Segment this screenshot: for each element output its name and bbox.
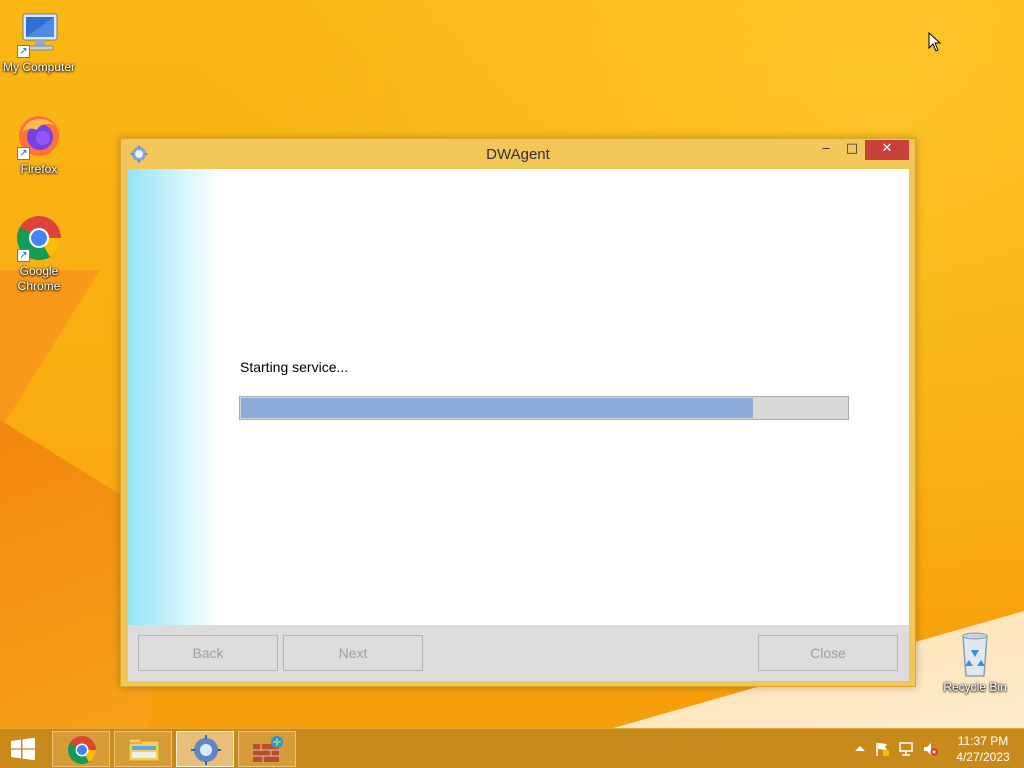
minimize-icon: ‒ xyxy=(821,141,831,156)
close-window-button[interactable]: ✕ xyxy=(865,140,909,160)
clock[interactable]: 11:37 PM 4/27/2023 xyxy=(948,733,1018,768)
taskbar-file-explorer[interactable] xyxy=(114,731,172,767)
dwagent-icon xyxy=(191,735,221,765)
firefox-icon: ↗ xyxy=(15,112,63,160)
progress-fill xyxy=(241,398,753,418)
minimize-button[interactable]: ‒ xyxy=(813,140,839,160)
mouse-cursor-icon xyxy=(928,32,942,52)
chrome-icon xyxy=(68,736,96,764)
desktop-icon-my-computer[interactable]: ↗ My Computer xyxy=(0,10,78,75)
maximize-icon: □ xyxy=(845,141,859,156)
desktop-icon-label: Firefox xyxy=(20,162,58,176)
sidebar-gradient xyxy=(128,169,218,625)
status-text: Starting service... xyxy=(240,359,349,375)
volume-muted-icon xyxy=(924,743,938,756)
taskbar-firewall[interactable] xyxy=(238,731,296,767)
firewall-icon xyxy=(253,736,283,762)
file-explorer-icon xyxy=(128,738,160,762)
chrome-icon: ↗ xyxy=(15,214,63,262)
desktop-icon-label: Google Chrome xyxy=(17,264,61,293)
taskbar-chrome[interactable] xyxy=(52,731,110,767)
computer-icon: ↗ xyxy=(15,10,63,58)
chevron-up-icon xyxy=(855,746,865,751)
flag-icon xyxy=(876,743,889,756)
recycle-bin-icon xyxy=(951,630,999,678)
close-button[interactable]: Close xyxy=(758,635,898,671)
desktop-icon-recycle-bin[interactable]: Recycle Bin xyxy=(936,630,1014,695)
title-bar[interactable]: DWAgent ‒ □ ✕ xyxy=(121,139,915,169)
start-icon xyxy=(11,737,35,761)
desktop-icon-label: My Computer xyxy=(2,60,76,74)
button-bar: Back Next Close xyxy=(128,625,909,681)
desktop-icon-google-chrome[interactable]: ↗ Google Chrome xyxy=(0,214,78,294)
network-button[interactable] xyxy=(898,741,914,757)
desktop-icon-firefox[interactable]: ↗ Firefox xyxy=(0,112,78,177)
action-center-button[interactable] xyxy=(874,741,890,757)
progress-bar xyxy=(239,396,849,420)
clock-date: 4/27/2023 xyxy=(956,750,1010,764)
show-hidden-icons-button[interactable] xyxy=(852,741,868,757)
desktop-icon-label: Recycle Bin xyxy=(943,680,1007,694)
dwagent-window: DWAgent ‒ □ ✕ Starting service... Back N… xyxy=(120,138,916,687)
close-icon: ✕ xyxy=(881,141,893,156)
clock-time: 11:37 PM xyxy=(957,734,1009,748)
next-button[interactable]: Next xyxy=(283,635,423,671)
window-content: Starting service... Back Next Close xyxy=(128,169,909,681)
taskbar-dwagent[interactable] xyxy=(176,731,234,767)
volume-button[interactable] xyxy=(922,741,938,757)
maximize-button[interactable]: □ xyxy=(839,140,865,160)
window-title: DWAgent xyxy=(486,146,550,163)
taskbar: 11:37 PM 4/27/2023 xyxy=(0,728,1024,768)
back-button[interactable]: Back xyxy=(138,635,278,671)
start-button[interactable] xyxy=(8,737,38,761)
network-icon xyxy=(899,742,913,756)
